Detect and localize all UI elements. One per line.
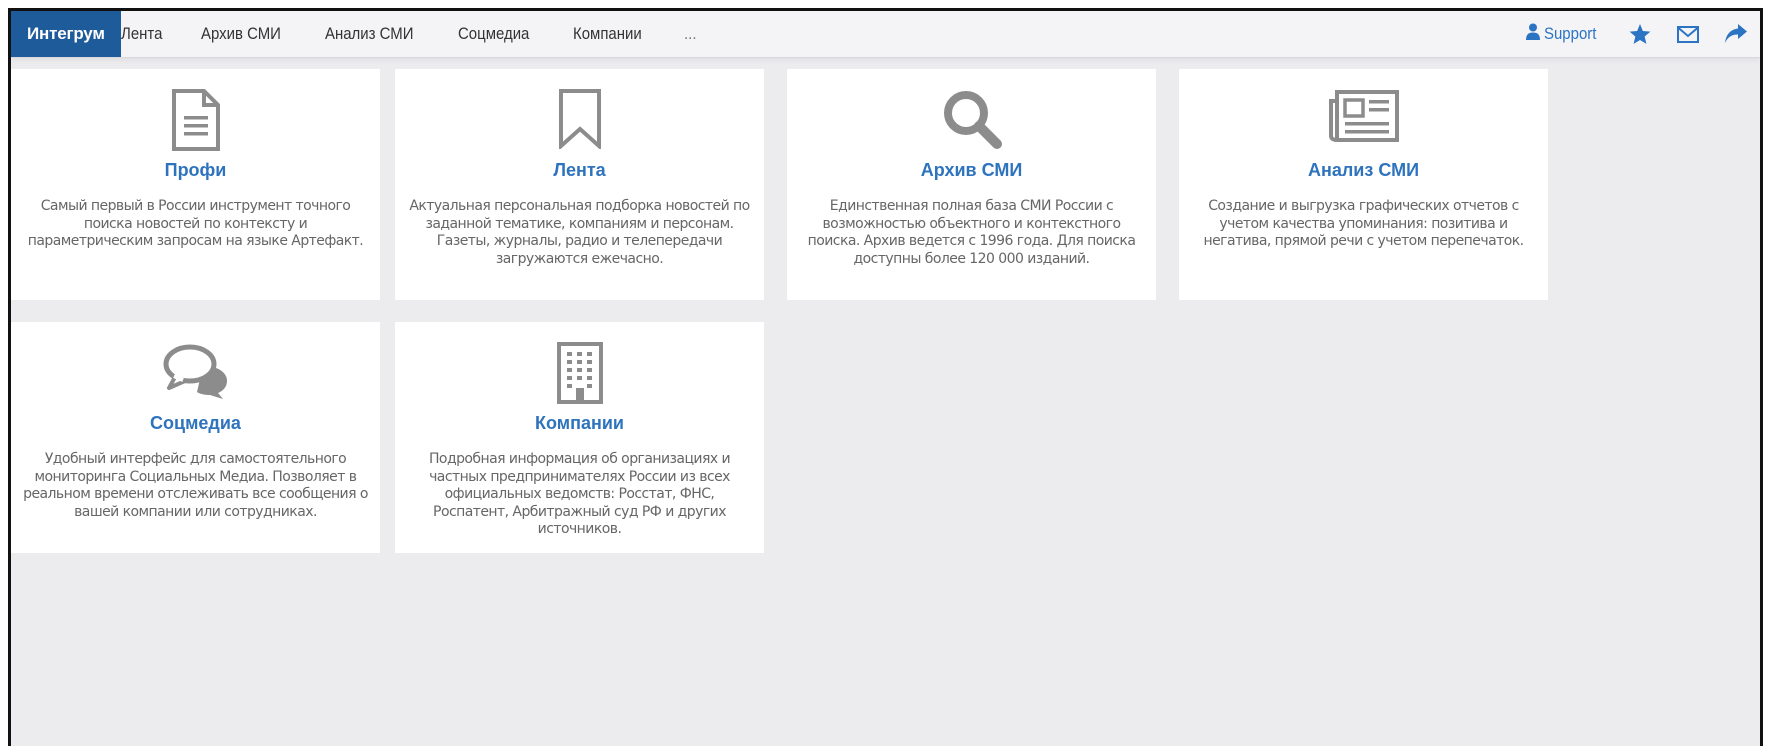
search-icon (787, 89, 1156, 151)
card-profi[interactable]: Профи Самый первый в России инструмент т… (11, 69, 380, 300)
card-title[interactable]: Соцмедиа (11, 413, 380, 434)
support-link[interactable]: Support (1526, 23, 1604, 45)
card-title[interactable]: Архив СМИ (787, 160, 1156, 181)
main-nav: Лента Архив СМИ Анализ СМИ Соцмедиа Комп… (121, 11, 731, 57)
brand-tab[interactable]: Интегрум (11, 11, 121, 57)
building-icon (395, 342, 764, 404)
card-description: Подробная информация об организациях и ч… (428, 451, 731, 537)
bookmark-icon (395, 89, 764, 151)
nav-item-companies[interactable]: Компании (573, 24, 642, 44)
card-title[interactable]: Лента (395, 160, 764, 181)
user-icon (1526, 23, 1541, 45)
newspaper-icon (1179, 89, 1548, 151)
comments-icon (11, 342, 380, 404)
card-socmedia[interactable]: Соцмедиа Удобный интерфейс для самостоят… (11, 322, 380, 553)
nav-item-socmedia[interactable]: Соцмедиа (458, 24, 529, 44)
card-companies[interactable]: Компании Подробная информация об организ… (395, 322, 764, 553)
card-title[interactable]: Анализ СМИ (1179, 160, 1548, 181)
card-description: Создание и выгрузка графических отчетов … (1203, 198, 1524, 249)
header-tools: Support (1526, 11, 1748, 57)
share-icon[interactable] (1724, 22, 1748, 46)
card-description: Единственная полная база СМИ России с во… (807, 198, 1136, 267)
card-description: Удобный интерфейс для самостоятельного м… (23, 451, 368, 520)
card-title[interactable]: Компании (395, 413, 764, 434)
nav-item-archive[interactable]: Архив СМИ (201, 24, 281, 44)
star-icon[interactable] (1628, 22, 1652, 46)
nav-item-more[interactable]: ... (684, 24, 696, 44)
nav-item-analysis[interactable]: Анализ СМИ (325, 24, 414, 44)
card-analysis[interactable]: Анализ СМИ Создание и выгрузка графическ… (1179, 69, 1548, 300)
top-navigation-bar: Интегрум Лента Архив СМИ Анализ СМИ Соцм… (11, 11, 1760, 58)
nav-item-lenta[interactable]: Лента (121, 24, 162, 44)
document-icon (11, 89, 380, 151)
mail-icon[interactable] (1676, 22, 1700, 46)
app-frame: Интегрум Лента Архив СМИ Анализ СМИ Соцм… (8, 8, 1763, 746)
card-description: Самый первый в России инструмент точного… (27, 198, 364, 249)
card-lenta[interactable]: Лента Актуальная персональная подборка н… (395, 69, 764, 300)
card-archive[interactable]: Архив СМИ Единственная полная база СМИ Р… (787, 69, 1156, 300)
support-label: Support (1544, 24, 1597, 43)
card-description: Актуальная персональная подборка новосте… (409, 198, 750, 267)
card-title[interactable]: Профи (11, 160, 380, 181)
